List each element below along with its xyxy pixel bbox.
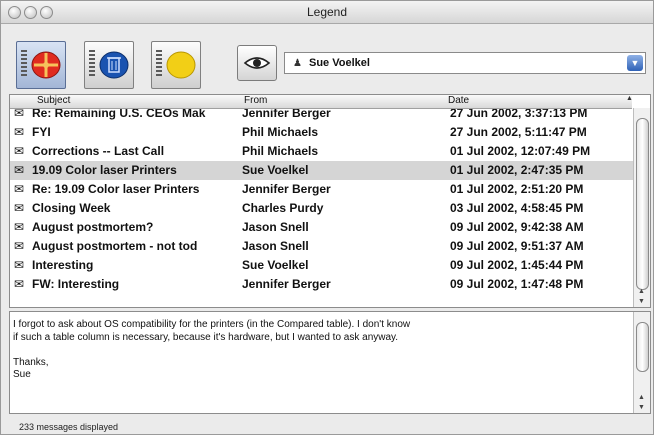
message-date: 03 Jul 2002, 4:58:45 PM xyxy=(450,201,584,215)
person-icon: ♟ xyxy=(293,58,302,69)
status-bar: 233 messages displayed xyxy=(1,416,653,434)
preview-scrollbar[interactable]: ▲ ▼ xyxy=(633,312,650,413)
envelope-icon: ✉ xyxy=(14,201,25,215)
message-subject: Re: 19.09 Color laser Printers xyxy=(32,182,200,196)
scroll-thumb[interactable] xyxy=(636,322,649,372)
toolbar: ♟ Sue Voelkel ▼ xyxy=(1,24,653,94)
stripes-icon xyxy=(89,50,95,78)
red-target-icon xyxy=(31,51,61,79)
message-date: 09 Jul 2002, 1:45:44 PM xyxy=(450,258,584,272)
message-subject: 19.09 Color laser Printers xyxy=(32,163,177,177)
message-from: Jennifer Berger xyxy=(242,182,331,196)
red-label-button[interactable] xyxy=(16,41,66,89)
message-row[interactable]: ✉ Re: 19.09 Color laser Printers Jennifer … xyxy=(10,180,634,199)
message-row[interactable]: ✉ 19.09 Color laser Printers Sue Voelkel 01… xyxy=(10,161,634,180)
envelope-icon: ✉ xyxy=(14,277,25,291)
sort-arrow-icon[interactable]: ▲ xyxy=(626,95,633,102)
window-title: Legend xyxy=(306,5,348,19)
status-message-count: 233 messages displayed xyxy=(19,422,119,432)
legend-window: Legend ♟ Sue Voelkel ▼ ✉ Re: Remaining U… xyxy=(0,0,654,435)
message-from: Sue Voelkel xyxy=(242,258,309,272)
yellow-circle-icon xyxy=(166,51,196,79)
eye-icon xyxy=(243,57,271,69)
envelope-icon: ✉ xyxy=(14,258,25,272)
message-row[interactable]: ✉ FW: Interesting Jennifer Berger 09 Jul 20… xyxy=(10,275,634,294)
message-from: Jason Snell xyxy=(242,220,309,234)
message-list-scrollbar[interactable]: ▲ ▼ xyxy=(633,108,650,307)
message-subject: August postmortem - not tod xyxy=(32,239,198,253)
column-header-from[interactable]: From xyxy=(244,95,267,106)
title-bar[interactable]: Legend xyxy=(1,1,653,24)
scroll-up-icon[interactable]: ▲ xyxy=(638,288,645,295)
contact-select-value: Sue Voelkel xyxy=(309,57,370,69)
chevron-down-icon[interactable]: ▼ xyxy=(627,55,643,71)
message-from: Jason Snell xyxy=(242,239,309,253)
message-subject: August postmortem? xyxy=(32,220,154,234)
message-date: 01 Jul 2002, 2:47:35 PM xyxy=(450,163,584,177)
message-from: Charles Purdy xyxy=(242,201,324,215)
message-subject: FW: Interesting xyxy=(32,277,120,291)
message-date: 09 Jul 2002, 9:42:38 AM xyxy=(450,220,584,234)
blue-label-button[interactable] xyxy=(84,41,134,89)
blue-trash-icon xyxy=(99,51,129,79)
envelope-icon: ✉ xyxy=(14,125,25,139)
message-rows: ✉ Re: Remaining U.S. CEOs Mak Jennifer Ber… xyxy=(10,104,634,294)
message-row[interactable]: ✉ August postmortem - not tod Jason Snell 0… xyxy=(10,237,634,256)
message-from: Phil Michaels xyxy=(242,144,319,158)
message-preview: I forgot to ask about OS compatibility f… xyxy=(9,311,651,414)
message-row[interactable]: ✉ August postmortem? Jason Snell 09 Jul 200… xyxy=(10,218,634,237)
envelope-icon: ✉ xyxy=(14,239,25,253)
message-from: Sue Voelkel xyxy=(242,163,309,177)
column-header-date[interactable]: Date xyxy=(448,95,469,106)
stripes-icon xyxy=(156,50,162,78)
scroll-up-icon[interactable]: ▲ xyxy=(638,394,645,401)
message-date: 01 Jul 2002, 12:07:49 PM xyxy=(450,144,591,158)
envelope-icon: ✉ xyxy=(14,163,25,177)
scroll-down-icon[interactable]: ▼ xyxy=(638,298,645,305)
message-row[interactable]: ✉ Corrections -- Last Call Phil Michaels 01… xyxy=(10,142,634,161)
scroll-down-icon[interactable]: ▼ xyxy=(638,404,645,411)
stripes-icon xyxy=(21,50,27,78)
message-from: Phil Michaels xyxy=(242,125,319,139)
message-row[interactable]: ✉ FYI Phil Michaels 27 Jun 2002, 5:11:47 PM xyxy=(10,123,634,142)
envelope-icon: ✉ xyxy=(14,220,25,234)
message-subject: Corrections -- Last Call xyxy=(32,144,165,158)
message-row[interactable]: ✉ Closing Week Charles Purdy 03 Jul 2002, 4… xyxy=(10,199,634,218)
column-headers: Subject From Date ▲ xyxy=(10,95,633,109)
message-date: 09 Jul 2002, 1:47:48 PM xyxy=(450,277,584,291)
envelope-icon: ✉ xyxy=(14,144,25,158)
column-header-subject[interactable]: Subject xyxy=(37,95,70,106)
message-subject: FYI xyxy=(32,125,51,139)
view-button[interactable] xyxy=(237,45,277,81)
scroll-thumb[interactable] xyxy=(636,118,649,290)
message-body: I forgot to ask about OS compatibility f… xyxy=(13,319,411,380)
yellow-label-button[interactable] xyxy=(151,41,201,89)
message-date: 09 Jul 2002, 9:51:37 AM xyxy=(450,239,584,253)
message-from: Jennifer Berger xyxy=(242,277,331,291)
message-date: 27 Jun 2002, 5:11:47 PM xyxy=(450,125,587,139)
message-subject: Closing Week xyxy=(32,201,111,215)
message-subject: Interesting xyxy=(32,258,94,272)
contact-select[interactable]: ♟ Sue Voelkel ▼ xyxy=(284,52,646,74)
envelope-icon: ✉ xyxy=(14,182,25,196)
message-row[interactable]: ✉ Interesting Sue Voelkel 09 Jul 2002, 1:45… xyxy=(10,256,634,275)
message-date: 01 Jul 2002, 2:51:20 PM xyxy=(450,182,584,196)
message-list: ✉ Re: Remaining U.S. CEOs Mak Jennifer Ber… xyxy=(9,94,651,308)
